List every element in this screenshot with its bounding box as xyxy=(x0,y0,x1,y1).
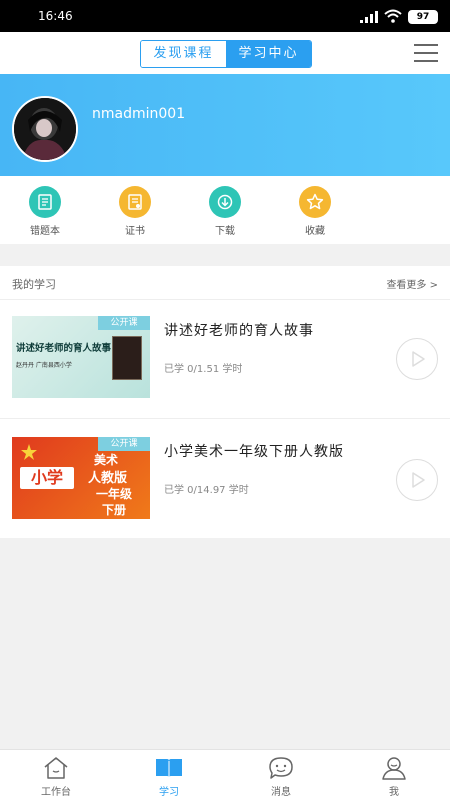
quick-label: 错题本 xyxy=(30,226,60,237)
menu-icon[interactable] xyxy=(414,44,438,62)
profile-header: nmadmin001 xyxy=(0,74,450,176)
play-icon[interactable] xyxy=(396,338,438,380)
course-progress: 已学 0/1.51 学时 xyxy=(164,364,243,375)
quick-label: 证书 xyxy=(125,226,145,237)
star-icon xyxy=(299,186,331,218)
thumbnail-subcaption: 赵丹丹 广南县西小学 xyxy=(16,362,72,369)
course-thumbnail: 公开课 讲述好老师的育人故事 赵丹丹 广南县西小学 xyxy=(12,316,150,398)
quick-actions: 错题本 证书 下载 收藏 xyxy=(0,176,450,244)
quick-item-download[interactable]: 下载 xyxy=(193,186,257,237)
tab-label: 学习 xyxy=(159,787,179,798)
tab-workbench[interactable]: 工作台 xyxy=(26,756,86,798)
top-nav: 发现课程 学习中心 xyxy=(0,32,450,74)
public-course-badge: 公开课 xyxy=(98,437,150,451)
tab-discover-courses[interactable]: 发现课程 xyxy=(141,41,226,67)
notebook-icon xyxy=(29,186,61,218)
course-title: 讲述好老师的育人故事 xyxy=(164,323,314,339)
status-bar: 16:46 97 xyxy=(0,0,450,32)
public-course-badge: 公开课 xyxy=(98,316,150,330)
my-learning-section: 我的学习 查看更多 > 公开课 讲述好老师的育人故事 赵丹丹 广南县西小学 讲述… xyxy=(0,266,450,538)
avatar[interactable] xyxy=(12,96,78,162)
download-icon xyxy=(209,186,241,218)
book-icon xyxy=(156,759,182,778)
thumbnail-caption: 一年级 xyxy=(96,487,133,501)
course-item[interactable]: 公开课 小学 美术 人教版 一年级 下册 小学美术一年级下册人教版 已学 0/1… xyxy=(0,419,450,539)
quick-label: 收藏 xyxy=(305,226,325,237)
tab-me[interactable]: 我 xyxy=(364,756,424,798)
thumbnail-book-image xyxy=(112,336,142,380)
tab-learning[interactable]: 学习 xyxy=(139,756,199,798)
quick-item-mistakes[interactable]: 错题本 xyxy=(13,186,77,237)
course-title: 小学美术一年级下册人教版 xyxy=(164,444,344,460)
message-icon xyxy=(269,757,293,779)
play-icon[interactable] xyxy=(396,459,438,501)
course-progress: 已学 0/14.97 学时 xyxy=(164,485,249,496)
tab-label: 工作台 xyxy=(41,787,71,798)
wifi-icon xyxy=(384,9,402,23)
thumbnail-caption: 人教版 xyxy=(88,471,128,486)
course-item[interactable]: 公开课 讲述好老师的育人故事 赵丹丹 广南县西小学 讲述好老师的育人故事 已学 … xyxy=(0,300,450,420)
segment-control: 发现课程 学习中心 xyxy=(140,40,312,68)
course-thumbnail: 公开课 小学 美术 人教版 一年级 下册 xyxy=(12,437,150,519)
view-more-link[interactable]: 查看更多 > xyxy=(386,276,438,291)
signal-icon xyxy=(360,11,378,23)
profile-icon xyxy=(382,757,406,780)
thumbnail-caption: 讲述好老师的育人故事 xyxy=(16,343,112,354)
quick-label: 下载 xyxy=(215,226,235,237)
star-decoration-icon xyxy=(21,444,37,460)
username: nmadmin001 xyxy=(92,106,186,122)
bottom-tab-bar: 工作台 学习 消息 我 xyxy=(0,749,450,800)
certificate-icon xyxy=(119,186,151,218)
tab-messages[interactable]: 消息 xyxy=(251,756,311,798)
tab-label: 我 xyxy=(389,787,399,798)
battery-icon: 97 xyxy=(408,10,438,24)
home-icon xyxy=(44,757,68,779)
section-title: 我的学习 xyxy=(12,278,56,291)
quick-item-certificate[interactable]: 证书 xyxy=(103,186,167,237)
section-header: 我的学习 查看更多 > xyxy=(0,266,450,300)
quick-item-favorites[interactable]: 收藏 xyxy=(283,186,347,237)
thumbnail-caption: 下册 xyxy=(102,503,127,517)
tab-learning-center[interactable]: 学习中心 xyxy=(226,41,311,67)
status-time: 16:46 xyxy=(38,9,73,23)
tab-label: 消息 xyxy=(271,787,291,798)
thumbnail-caption: 小学 xyxy=(20,467,74,489)
thumbnail-caption: 美术 xyxy=(94,453,119,467)
